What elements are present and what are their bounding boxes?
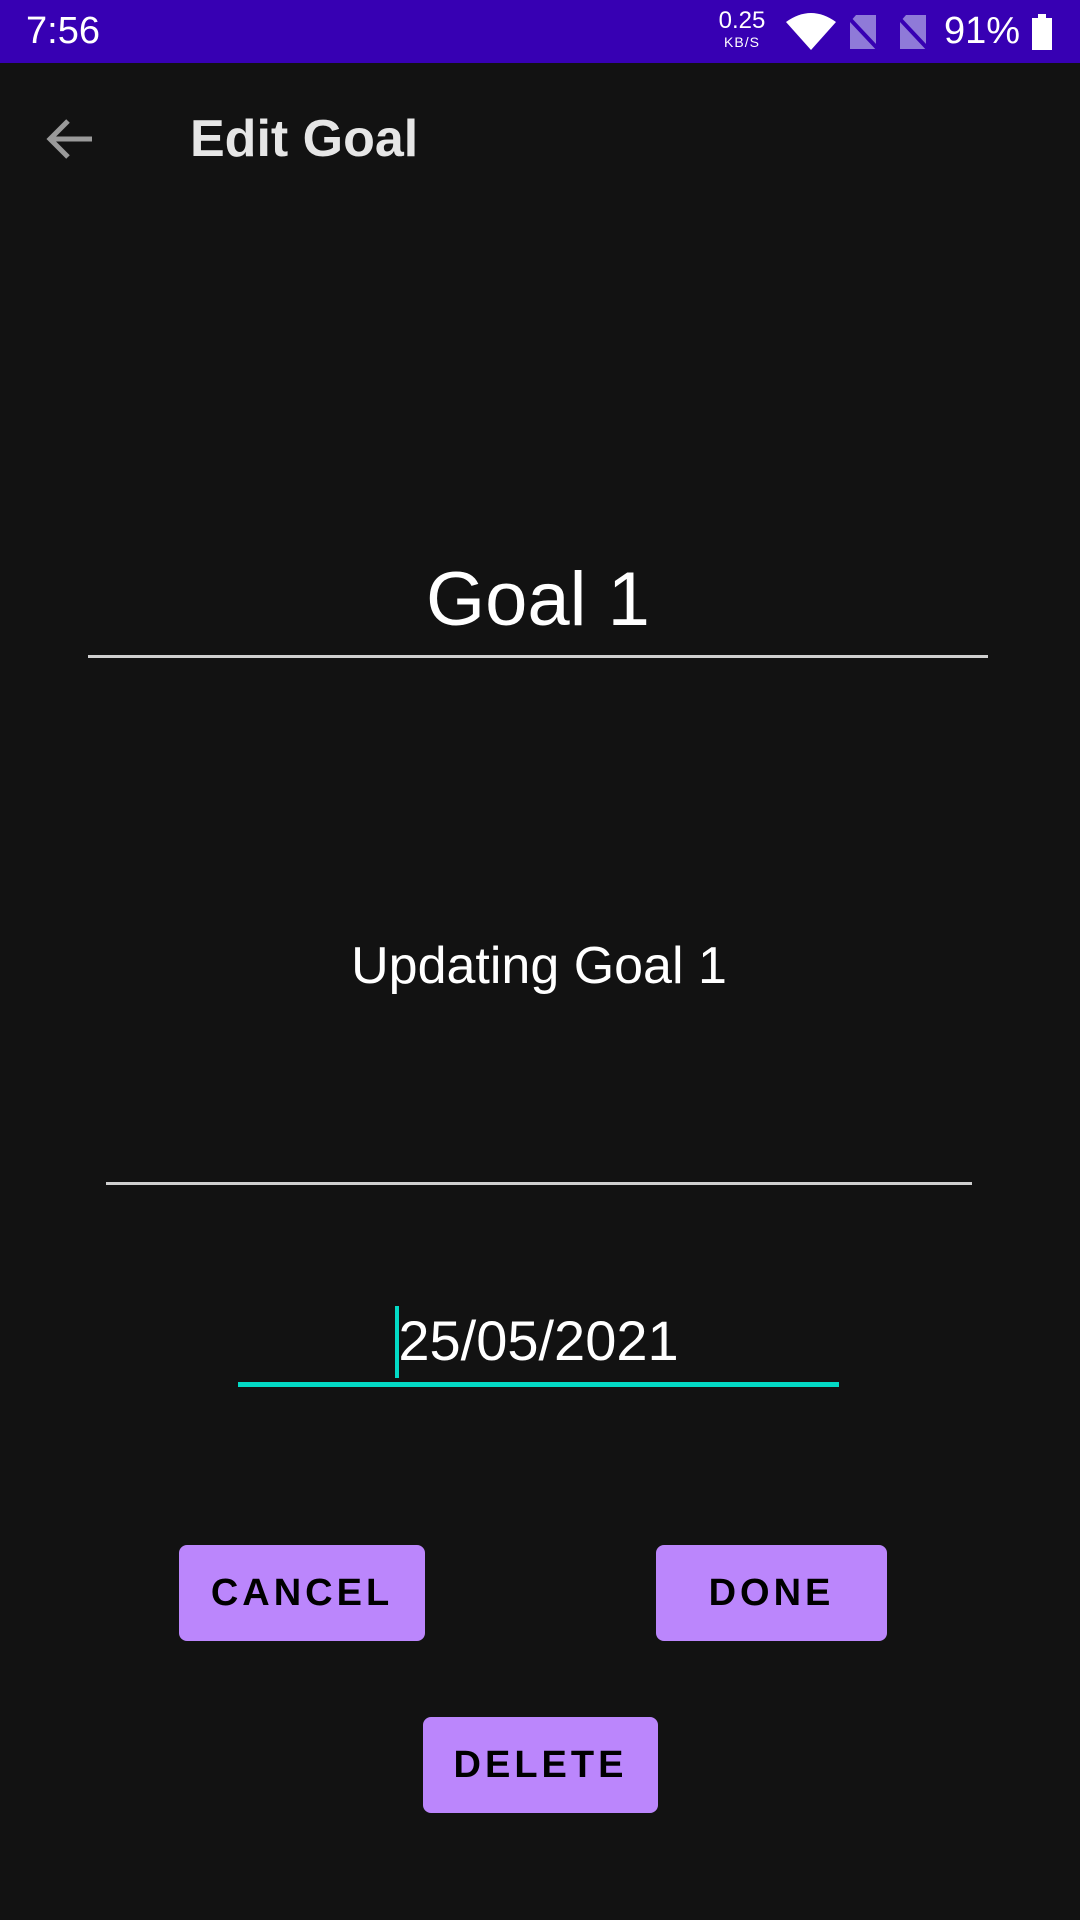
text-cursor (395, 1306, 400, 1378)
sim-off-icon (896, 15, 930, 51)
goal-description-value: Updating Goal 1 (351, 937, 727, 995)
battery-percentage: 91% (944, 10, 1021, 52)
network-speed: 0.25 KB/S (714, 7, 770, 50)
status-time: 7:56 (26, 10, 100, 52)
battery-icon (1032, 14, 1052, 50)
goal-description-field[interactable]: Updating Goal 1 (106, 900, 972, 1185)
sim-off-icon (846, 15, 880, 51)
done-button[interactable]: DONE (656, 1545, 887, 1641)
network-speed-value: 0.25 (718, 7, 766, 34)
goal-date-wrapper: 25/05/2021 (395, 1300, 679, 1382)
goal-title-field[interactable]: Goal 1 (88, 545, 988, 658)
arrow-back-icon (46, 119, 92, 159)
cancel-button[interactable]: CANCEL (179, 1545, 425, 1641)
delete-button[interactable]: DELETE (423, 1717, 658, 1813)
goal-date-field[interactable]: 25/05/2021 (238, 1300, 839, 1387)
page-title: Edit Goal (190, 110, 419, 168)
back-button[interactable] (36, 103, 108, 175)
goal-title-value: Goal 1 (426, 557, 650, 642)
wifi-icon (786, 13, 836, 50)
network-speed-unit: KB/S (724, 34, 760, 50)
status-bar: 7:56 0.25 KB/S 91% (0, 0, 1080, 63)
goal-date-value: 25/05/2021 (398, 1309, 679, 1372)
app-bar: Edit Goal (0, 63, 1080, 211)
